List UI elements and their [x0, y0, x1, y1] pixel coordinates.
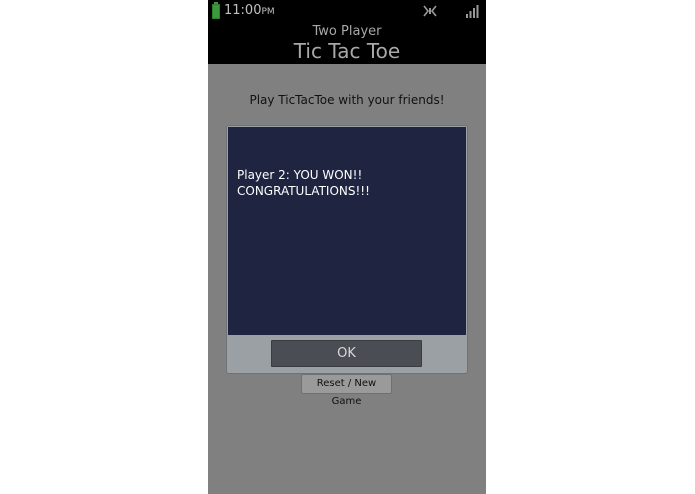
app-title-bar: Two Player Tic Tac Toe [208, 23, 486, 64]
page: 11:00PM Two Player Tic Tac Toe Play TicT… [0, 0, 695, 494]
dialog-message: Player 2: YOU WON!! CONGRATULATIONS!!! [237, 168, 370, 198]
status-clock: 11:00PM [224, 3, 275, 20]
app-subtitle: Two Player [312, 24, 382, 39]
dialog-body: Player 2: YOU WON!! CONGRATULATIONS!!! [228, 127, 466, 335]
status-bar: 11:00PM [208, 0, 486, 23]
clock-time: 11:00 [224, 3, 262, 18]
app-title: Tic Tac Toe [293, 39, 401, 63]
clock-ampm: PM [261, 7, 275, 17]
intro-text: Play TicTacToe with your friends! [249, 93, 445, 107]
win-dialog: Player 2: YOU WON!! CONGRATULATIONS!!! O… [227, 126, 467, 373]
phone-screen: 11:00PM Two Player Tic Tac Toe Play TicT… [208, 0, 486, 494]
wifi-icon [423, 5, 437, 17]
battery-icon [212, 2, 220, 19]
signal-icon [466, 5, 479, 18]
reset-new-game-button[interactable]: Reset / New Game [301, 374, 392, 407]
ok-button[interactable]: OK [271, 340, 422, 367]
